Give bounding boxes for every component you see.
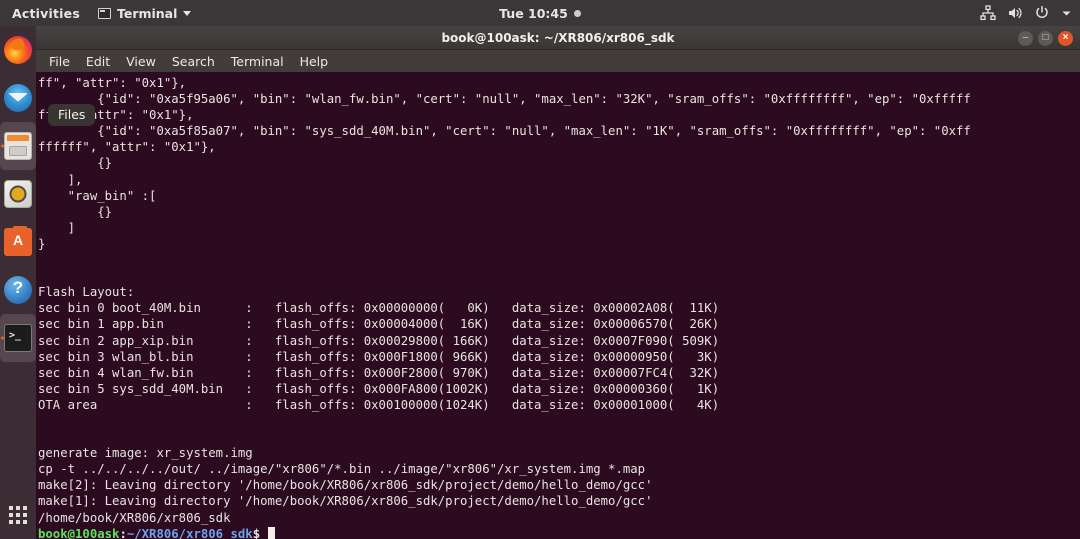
rhythmbox-icon	[4, 180, 32, 208]
grid-icon	[9, 506, 27, 524]
menu-search[interactable]: Search	[164, 52, 223, 71]
app-menu-terminal[interactable]: Terminal	[90, 6, 199, 21]
minimize-icon: –	[1023, 33, 1029, 43]
menu-terminal[interactable]: Terminal	[223, 52, 292, 71]
firefox-icon	[4, 36, 32, 64]
clock-label: Tue 10:45	[499, 6, 568, 21]
window-titlebar[interactable]: book@100ask: ~/XR806/xr806_sdk – □ ×	[36, 26, 1080, 50]
dock-item-help[interactable]	[0, 266, 36, 314]
menu-edit[interactable]: Edit	[78, 52, 118, 71]
network-icon[interactable]	[980, 5, 996, 21]
app-menu-label: Terminal	[117, 6, 177, 21]
terminal-icon	[98, 8, 111, 19]
dock-item-thunderbird[interactable]	[0, 74, 36, 122]
power-icon[interactable]	[1034, 5, 1050, 21]
terminal-output-area[interactable]: ff", "attr": "0x1"}, {"id": "0xa5f95a06"…	[36, 72, 1080, 539]
activities-button[interactable]: Activities	[0, 6, 90, 21]
window-controls: – □ ×	[1018, 26, 1073, 50]
menu-bar: File Edit View Search Terminal Help	[36, 50, 1080, 72]
volume-icon[interactable]	[1007, 5, 1023, 21]
ubuntu-dock	[0, 26, 36, 539]
dock-item-files[interactable]	[0, 122, 36, 170]
terminal-app-icon	[4, 324, 32, 352]
dock-item-terminal[interactable]	[0, 314, 36, 362]
dock-item-firefox[interactable]	[0, 26, 36, 74]
maximize-icon: □	[1042, 33, 1048, 43]
gnome-top-bar: Activities Terminal Tue 10:45	[0, 0, 1080, 26]
minimize-button[interactable]: –	[1018, 31, 1033, 46]
dock-item-ubuntu-software[interactable]	[0, 218, 36, 266]
menu-help[interactable]: Help	[292, 52, 337, 71]
tray-chevron-down-icon[interactable]	[1061, 8, 1072, 19]
dock-item-rhythmbox[interactable]	[0, 170, 36, 218]
tooltip-label: Files	[58, 107, 85, 122]
desktop-screen: Activities Terminal Tue 10:45	[0, 0, 1080, 539]
maximize-button[interactable]: □	[1038, 31, 1053, 46]
dock-tooltip-files: Files	[48, 104, 95, 126]
ubuntu-software-icon	[4, 228, 32, 256]
close-icon: ×	[1063, 33, 1069, 43]
close-button[interactable]: ×	[1058, 31, 1073, 46]
terminal-text: ff", "attr": "0x1"}, {"id": "0xa5f95a06"…	[38, 75, 1080, 539]
system-tray[interactable]	[980, 0, 1072, 26]
terminal-window: book@100ask: ~/XR806/xr806_sdk – □ × Fil…	[36, 26, 1080, 539]
show-applications-button[interactable]	[0, 490, 36, 539]
menu-file[interactable]: File	[41, 52, 78, 71]
chevron-down-icon	[183, 11, 191, 16]
notification-dot-icon	[574, 10, 581, 17]
help-icon	[4, 276, 32, 304]
files-icon	[4, 132, 32, 160]
window-title: book@100ask: ~/XR806/xr806_sdk	[441, 31, 674, 45]
thunderbird-icon	[4, 84, 32, 112]
menu-view[interactable]: View	[118, 52, 164, 71]
